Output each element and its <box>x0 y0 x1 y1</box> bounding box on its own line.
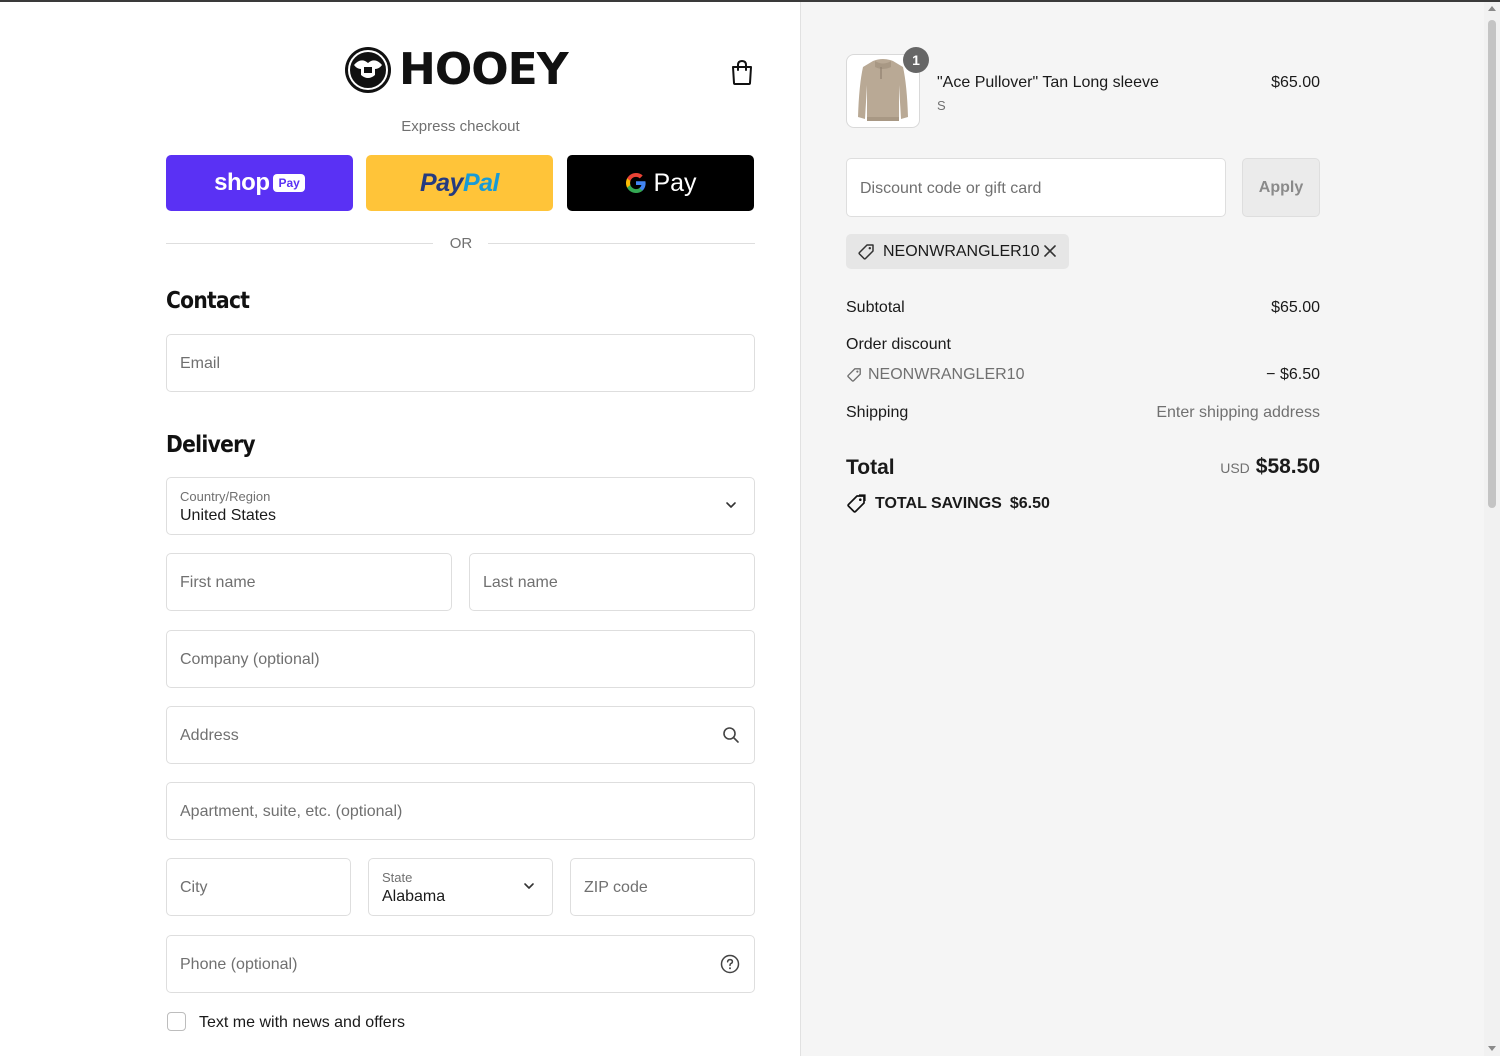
total-label: Total <box>846 456 895 479</box>
hooey-emblem-icon <box>345 47 391 93</box>
cart-icon[interactable] <box>729 58 755 86</box>
express-checkout-label: Express checkout <box>401 118 520 135</box>
apply-discount-button[interactable]: Apply <box>1242 158 1320 217</box>
email-placeholder: Email <box>180 355 221 372</box>
order-discount-label: Order discount <box>846 336 951 353</box>
chevron-down-icon <box>524 883 534 889</box>
city-field[interactable]: City <box>166 858 351 916</box>
company-field[interactable]: Company (optional) <box>166 630 755 688</box>
apartment-placeholder: Apartment, suite, etc. (optional) <box>180 803 403 820</box>
remove-discount-icon[interactable] <box>1042 243 1058 259</box>
zip-field[interactable]: ZIP code <box>570 858 755 916</box>
tag-icon <box>847 368 861 382</box>
sms-optin-checkbox[interactable] <box>167 1012 186 1031</box>
first-name-field[interactable]: First name <box>166 553 452 611</box>
address-field[interactable]: Address <box>166 706 755 764</box>
first-name-placeholder: First name <box>180 574 256 591</box>
savings-tag-icon <box>847 494 866 513</box>
page-scrollbar[interactable] <box>1484 2 1500 1056</box>
delivery-heading: Delivery <box>166 432 256 458</box>
sms-optin-label: Text me with news and offers <box>199 1014 406 1031</box>
search-icon[interactable] <box>722 726 740 744</box>
phone-field[interactable]: Phone (optional) <box>166 935 755 993</box>
applied-discount-chip: NEONWRANGLER10 <box>846 234 1069 269</box>
city-placeholder: City <box>180 879 208 896</box>
company-placeholder: Company (optional) <box>180 651 320 668</box>
country-value: United States <box>180 507 277 524</box>
shipping-value: Enter shipping address <box>1156 404 1320 421</box>
zip-placeholder: ZIP code <box>584 879 648 896</box>
shop-pay-button[interactable]: shop Pay <box>166 155 353 211</box>
scroll-down-icon[interactable] <box>1488 1046 1496 1051</box>
address-placeholder: Address <box>180 727 239 744</box>
state-value: Alabama <box>382 888 446 905</box>
total-value: USD $58.50 <box>1100 455 1320 479</box>
discount-placeholder: Discount code or gift card <box>860 180 1042 197</box>
subtotal-label: Subtotal <box>846 299 905 316</box>
or-separator: OR <box>166 234 755 254</box>
order-discount-value: − $6.50 <box>1266 366 1320 383</box>
subtotal-value: $65.00 <box>1271 299 1320 316</box>
email-field[interactable]: Email <box>166 334 755 392</box>
or-text: OR <box>449 235 473 252</box>
google-g-icon <box>626 173 647 193</box>
discount-code-input[interactable]: Discount code or gift card <box>846 158 1226 217</box>
total-amount: $58.50 <box>1255 455 1320 478</box>
country-select[interactable]: Country/Region United States <box>166 477 755 535</box>
shop-pay-wordmark: shop <box>214 169 270 196</box>
applied-discount-code: NEONWRANGLER10 <box>883 243 1040 260</box>
phone-placeholder: Phone (optional) <box>180 956 298 973</box>
brand-logo[interactable]: HOOEY <box>343 44 569 96</box>
savings-label: TOTAL SAVINGS <box>875 495 1002 512</box>
help-icon[interactable] <box>720 954 740 974</box>
last-name-field[interactable]: Last name <box>469 553 755 611</box>
apartment-field[interactable]: Apartment, suite, etc. (optional) <box>166 782 755 840</box>
savings-value: $6.50 <box>1009 495 1050 512</box>
brand-name: HOOEY <box>399 44 569 95</box>
country-label: Country/Region <box>180 489 271 504</box>
scrollbar-thumb[interactable] <box>1488 20 1496 508</box>
shop-pay-badge: Pay <box>273 174 305 192</box>
paypal-button[interactable]: PayPal <box>366 155 553 211</box>
product-price: $65.00 <box>1271 74 1320 91</box>
quantity-badge: 1 <box>903 47 929 73</box>
order-discount-code-row: NEONWRANGLER10 <box>846 366 1024 384</box>
state-select[interactable]: State Alabama <box>368 858 553 916</box>
state-label: State <box>382 870 413 885</box>
last-name-placeholder: Last name <box>483 574 558 591</box>
scroll-up-icon[interactable] <box>1488 6 1496 11</box>
product-variant: S <box>937 98 946 113</box>
product-name: "Ace Pullover" Tan Long sleeve <box>937 74 1159 91</box>
total-currency: USD <box>1220 460 1250 476</box>
contact-heading: Contact <box>166 288 250 314</box>
tag-icon <box>858 244 874 260</box>
chevron-down-icon <box>726 502 736 508</box>
google-pay-wordmark: Pay <box>653 168 697 197</box>
google-pay-button[interactable]: Pay <box>567 155 754 211</box>
order-discount-code: NEONWRANGLER10 <box>868 366 1025 383</box>
paypal-wordmark: PayPal <box>419 168 500 197</box>
shipping-label: Shipping <box>846 404 909 421</box>
total-savings: TOTAL SAVINGS $6.50 <box>846 494 1050 514</box>
